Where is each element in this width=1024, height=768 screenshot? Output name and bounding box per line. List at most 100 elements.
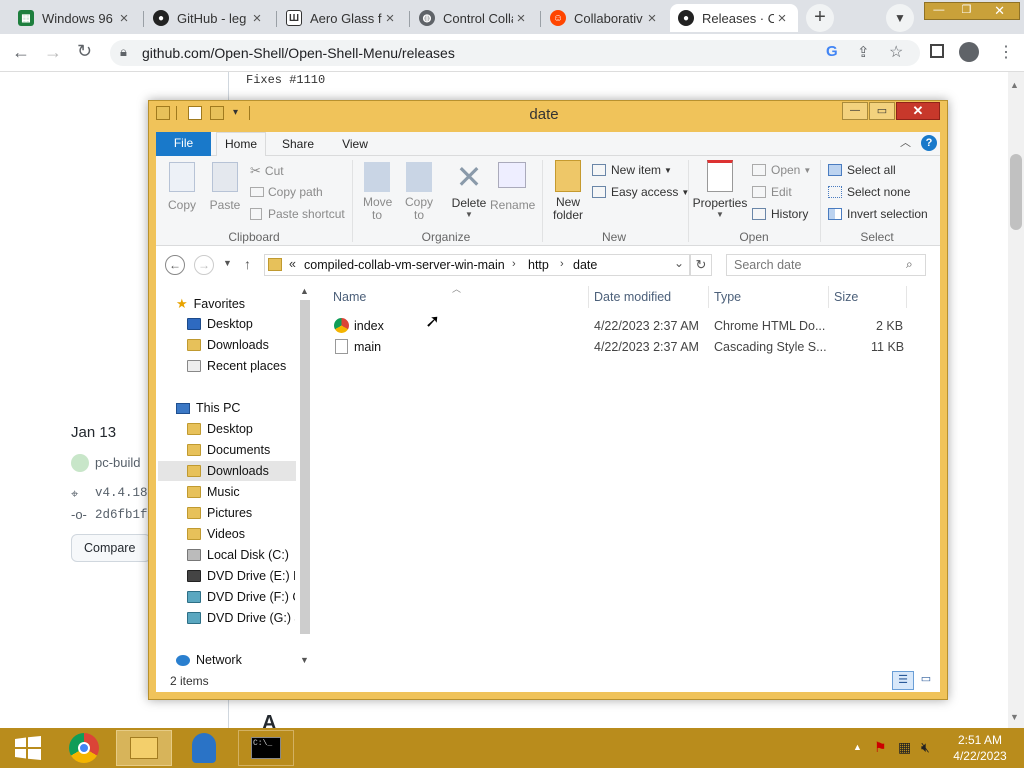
- breadcrumb-segment[interactable]: date: [573, 258, 597, 272]
- scroll-down-arrow[interactable]: ▼: [300, 655, 309, 665]
- column-header-type[interactable]: Type: [714, 290, 741, 304]
- start-button[interactable]: [0, 730, 56, 766]
- google-icon[interactable]: G: [826, 43, 838, 60]
- tab-releases-active[interactable]: ● Releases · Op ×: [670, 4, 798, 32]
- invert-selection-button[interactable]: Invert selection: [828, 207, 928, 221]
- rename-button[interactable]: Rename: [490, 162, 535, 212]
- volume-muted-icon[interactable]: 🔇︎: [921, 739, 930, 756]
- tab-share[interactable]: Share: [276, 137, 320, 151]
- tab-collaborativ[interactable]: ☺ Collaborativ ×: [542, 4, 668, 32]
- show-hidden-icons-button[interactable]: ▲: [853, 742, 862, 752]
- share-icon[interactable]: ⇪: [857, 43, 870, 61]
- scroll-down-arrow[interactable]: ▼: [1010, 712, 1019, 722]
- search-icon[interactable]: ⌕: [906, 257, 913, 272]
- file-name[interactable]: main: [354, 340, 381, 354]
- taskbar-file-explorer[interactable]: [116, 730, 172, 766]
- nav-item-documents[interactable]: Documents: [187, 443, 270, 457]
- close-tab-icon[interactable]: ×: [249, 10, 265, 27]
- column-header-size[interactable]: Size: [834, 290, 858, 304]
- breadcrumb-separator-icon[interactable]: ›: [560, 258, 564, 270]
- menu-kebab-icon[interactable]: ⋮: [998, 42, 1014, 62]
- maximize-button[interactable]: ❐: [953, 3, 981, 19]
- reload-button[interactable]: ↻: [77, 41, 92, 62]
- nav-item-downloads[interactable]: Downloads: [187, 338, 269, 352]
- tab-github-leg[interactable]: ● GitHub - leg ×: [145, 4, 273, 32]
- nav-item-desktop[interactable]: Desktop: [187, 317, 253, 331]
- minimize-button[interactable]: —: [925, 3, 953, 19]
- network-tray-icon[interactable]: ▦: [898, 739, 911, 756]
- nav-item-local-disk[interactable]: Local Disk (C:): [187, 548, 289, 562]
- nav-item-recent-places[interactable]: Recent places: [187, 359, 286, 373]
- page-scrollbar-thumb[interactable]: [1010, 154, 1022, 230]
- customize-qat-icon[interactable]: ▾: [233, 107, 238, 118]
- nav-item-dvd-e[interactable]: DVD Drive (E:) Hi: [187, 569, 295, 583]
- close-tab-icon[interactable]: ×: [644, 10, 660, 27]
- nav-this-pc[interactable]: This PC: [176, 401, 240, 415]
- select-none-button[interactable]: Select none: [828, 185, 910, 199]
- forward-button[interactable]: →: [44, 42, 62, 63]
- address-overflow[interactable]: «: [289, 257, 296, 271]
- forward-button[interactable]: →: [194, 255, 214, 275]
- taskbar-chrome[interactable]: [56, 730, 112, 766]
- nav-favorites[interactable]: ★ Favorites: [176, 296, 245, 312]
- properties-quick-icon[interactable]: [188, 106, 202, 120]
- taskbar-cmd[interactable]: C:\_: [238, 730, 294, 766]
- action-center-flag-icon[interactable]: ⚑: [874, 739, 887, 756]
- tab-windows-96[interactable]: ▦ Windows 96 ×: [10, 4, 140, 32]
- tab-control-colla[interactable]: ◍ Control Colla ×: [411, 4, 537, 32]
- breadcrumb-segment[interactable]: compiled-collab-vm-server-win-main: [304, 258, 505, 272]
- help-icon[interactable]: ?: [921, 135, 937, 151]
- column-header-date[interactable]: Date modified: [594, 290, 671, 304]
- nav-item-pictures[interactable]: Pictures: [187, 506, 252, 520]
- details-view-button[interactable]: ☰: [892, 671, 914, 690]
- new-tab-button[interactable]: +: [806, 4, 834, 32]
- close-tab-icon[interactable]: ×: [513, 10, 529, 27]
- properties-button[interactable]: Properties ▼: [692, 160, 748, 219]
- release-tag[interactable]: v4.4.188: [95, 486, 155, 500]
- address-dropdown-icon[interactable]: ⌄: [674, 256, 684, 270]
- delete-button[interactable]: ✕ Delete ▼: [448, 160, 490, 219]
- collapse-ribbon-icon[interactable]: ︿: [900, 134, 911, 150]
- nav-item-desktop[interactable]: Desktop: [187, 422, 253, 436]
- copy-path-button[interactable]: Copy path: [250, 185, 323, 199]
- close-tab-icon[interactable]: ×: [382, 10, 398, 27]
- close-window-button[interactable]: ✕: [980, 3, 1019, 19]
- scroll-up-arrow[interactable]: ▲: [300, 286, 309, 296]
- compare-button[interactable]: Compare: [71, 534, 151, 562]
- minimize-button[interactable]: —: [842, 102, 868, 120]
- new-folder-quick-icon[interactable]: [210, 106, 224, 120]
- nav-item-videos[interactable]: Videos: [187, 527, 245, 541]
- breadcrumb-segment[interactable]: http: [528, 258, 549, 272]
- history-button[interactable]: History: [752, 207, 808, 221]
- easy-access-button[interactable]: Easy access ▼: [592, 185, 689, 199]
- bookmark-star-icon[interactable]: ☆: [889, 42, 903, 62]
- close-window-button[interactable]: ✕: [896, 102, 940, 120]
- breadcrumb-separator-icon[interactable]: ›: [512, 258, 516, 270]
- nav-item-dvd-g[interactable]: DVD Drive (G:) J_(: [187, 611, 295, 625]
- maximize-button[interactable]: ▭: [869, 102, 895, 120]
- move-to-button[interactable]: Move to: [360, 162, 394, 222]
- nav-item-downloads-selected[interactable]: Downloads: [187, 464, 269, 478]
- tab-search-button[interactable]: ▼: [886, 4, 914, 32]
- new-folder-button[interactable]: New folder: [548, 160, 588, 222]
- close-tab-icon[interactable]: ×: [774, 10, 790, 27]
- scroll-up-arrow[interactable]: ▲: [1010, 80, 1019, 90]
- tab-view[interactable]: View: [333, 137, 377, 151]
- column-header-name[interactable]: Name: [333, 290, 366, 304]
- edit-button[interactable]: Edit: [752, 185, 792, 199]
- file-name[interactable]: index: [354, 319, 384, 333]
- up-one-level-button[interactable]: ↑: [244, 256, 251, 272]
- tray-clock[interactable]: 2:51 AM 4/22/2023: [944, 733, 1016, 763]
- refresh-button[interactable]: ↻: [690, 254, 712, 276]
- copy-to-button[interactable]: Copy to: [402, 162, 436, 222]
- release-commit[interactable]: 2d6fb1f: [95, 508, 148, 522]
- nav-scrollbar-thumb[interactable]: [300, 300, 310, 634]
- paste-button[interactable]: Paste: [208, 162, 242, 212]
- nav-item-dvd-f[interactable]: DVD Drive (F:) CC: [187, 590, 295, 604]
- back-button[interactable]: ←: [12, 42, 30, 63]
- side-panel-icon[interactable]: [930, 44, 944, 58]
- new-item-button[interactable]: New item ▼: [592, 163, 672, 177]
- taskbar-app[interactable]: [176, 730, 232, 766]
- paste-shortcut-button[interactable]: Paste shortcut: [250, 207, 345, 221]
- back-button[interactable]: ←: [165, 255, 185, 275]
